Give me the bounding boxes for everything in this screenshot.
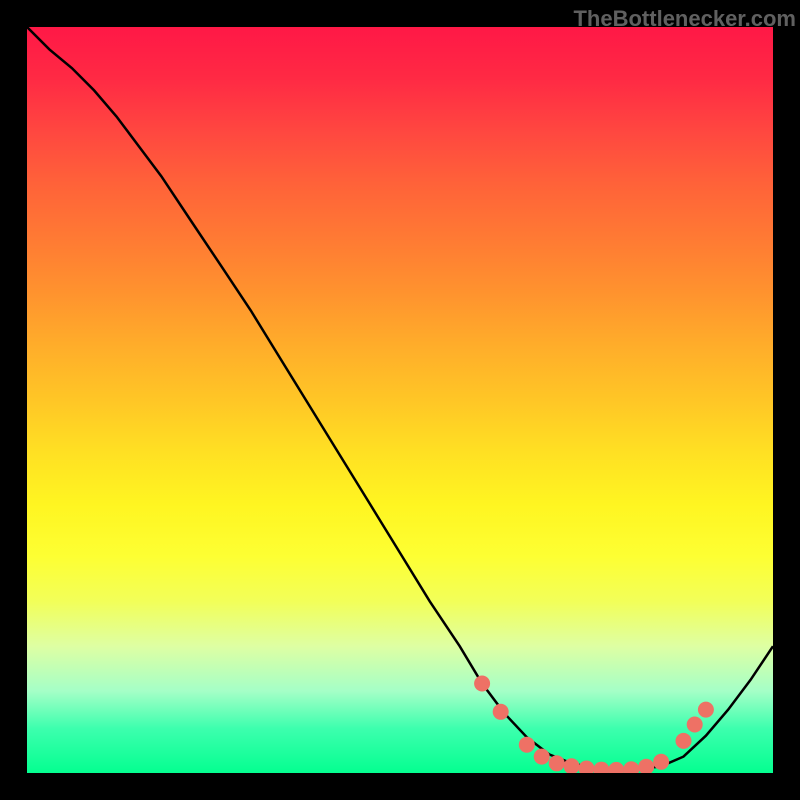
marker-dot [698, 702, 714, 718]
plot-area [27, 27, 773, 773]
marker-dot [687, 717, 703, 733]
marker-dot [579, 761, 595, 774]
marker-dot [638, 759, 654, 773]
attribution-text: TheBottlenecker.com [573, 6, 796, 32]
marker-dot [653, 754, 669, 770]
marker-dot [608, 762, 624, 773]
marker-dot [493, 704, 509, 720]
chart-svg [27, 27, 773, 773]
bottleneck-curve [27, 27, 773, 769]
marker-dot [676, 733, 692, 749]
chart-root: TheBottlenecker.com [0, 0, 800, 800]
marker-dot [623, 761, 639, 773]
marker-dot [474, 676, 490, 692]
marker-dot [593, 762, 609, 773]
marker-dot [519, 737, 535, 753]
marker-dot [534, 749, 550, 765]
marker-dot [549, 755, 565, 771]
